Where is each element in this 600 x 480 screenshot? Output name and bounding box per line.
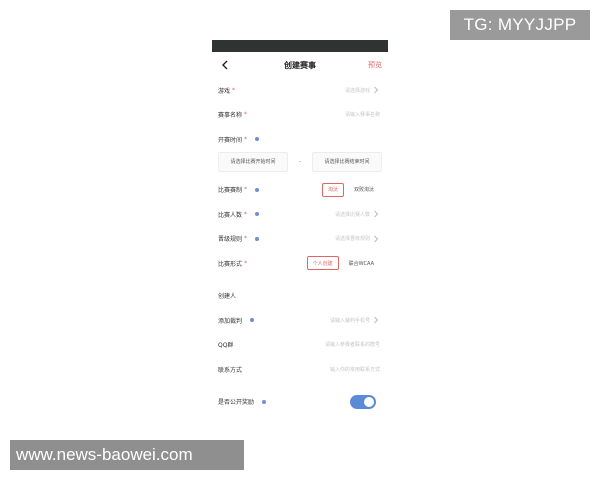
status-bar	[212, 40, 388, 52]
phone-screen: 创建赛事 预览 游戏 * 请选择游戏 赛事名称 * 请输入赛事名称 开赛时间 *…	[212, 40, 388, 440]
page-title: 创建赛事	[284, 60, 316, 70]
preview-button[interactable]: 预览	[368, 60, 382, 70]
info-icon[interactable]	[255, 236, 260, 241]
time-range: 请选择比赛开始时间 - 请选择比赛结束时间	[218, 150, 382, 174]
advance-rule-row[interactable]: 晋级规则 * 请选择晋级规则	[218, 227, 382, 252]
required-mark: *	[244, 186, 248, 194]
match-type-row: 比赛形式 * 个人创建 联合WCAA	[218, 251, 382, 276]
start-time-label: 开赛时间	[218, 136, 243, 144]
referee-input[interactable]: 请输入裁判手机号	[330, 317, 370, 324]
contact-input[interactable]: 输入你的常用联系方式	[330, 366, 380, 373]
referee-row[interactable]: 添加裁判 请输入裁判手机号	[218, 308, 382, 333]
public-reward-toggle[interactable]	[350, 394, 376, 409]
referee-label: 添加裁判	[218, 317, 243, 325]
player-count-label: 比赛人数	[218, 211, 243, 219]
end-time-picker[interactable]: 请选择比赛结束时间	[311, 151, 382, 172]
player-count-row[interactable]: 比赛人数 * 请选择比赛人数	[218, 202, 382, 227]
required-mark: *	[232, 86, 236, 94]
creator-label: 创建人	[218, 293, 237, 301]
contact-label: 联系方式	[218, 366, 243, 374]
match-type-label: 比赛形式	[218, 260, 243, 268]
match-name-label: 赛事名称	[218, 112, 243, 120]
game-select[interactable]: 请选择游戏	[345, 87, 370, 94]
qq-group-label: QQ群	[218, 342, 234, 350]
chevron-right-icon	[374, 86, 379, 94]
game-label: 游戏	[218, 87, 231, 95]
advance-rule-label: 晋级规则	[218, 236, 243, 244]
start-time-picker[interactable]: 请选择比赛开始时间	[218, 151, 288, 172]
advance-rule-select[interactable]: 请选择晋级规则	[335, 235, 370, 242]
create-match-form: 游戏 * 请选择游戏 赛事名称 * 请输入赛事名称 开赛时间 * 请选择比赛开始…	[212, 78, 388, 414]
qq-group-input[interactable]: 请输入参赛者联系的群号	[325, 341, 380, 348]
match-format-row: 比赛赛制 * 淘汰 双败淘汰	[218, 178, 382, 203]
info-icon[interactable]	[255, 212, 260, 217]
match-name-row: 赛事名称 * 请输入赛事名称	[218, 103, 382, 128]
start-time-row: 开赛时间 *	[218, 127, 382, 152]
watermark-bottom: www.news-baowei.com	[10, 440, 244, 470]
public-reward-row: 是否公开奖励	[218, 390, 382, 415]
required-mark: *	[244, 235, 248, 243]
qq-group-row: QQ群 请输入参赛者联系的群号	[218, 333, 382, 358]
player-count-select[interactable]: 请选择比赛人数	[335, 211, 370, 218]
info-icon[interactable]	[255, 137, 260, 142]
required-mark: *	[244, 111, 248, 119]
game-row[interactable]: 游戏 * 请选择游戏	[218, 78, 382, 103]
info-icon[interactable]	[262, 399, 267, 404]
required-mark: *	[244, 259, 248, 267]
info-icon[interactable]	[250, 318, 255, 323]
chevron-right-icon	[374, 235, 379, 243]
chevron-right-icon	[374, 210, 379, 218]
type-option-personal[interactable]: 个人创建	[306, 256, 339, 271]
required-mark: *	[244, 210, 248, 218]
format-option-elimination[interactable]: 淘汰	[321, 182, 344, 197]
creator-row: 创建人	[218, 284, 382, 309]
toggle-knob	[364, 396, 374, 407]
time-separator: -	[298, 158, 302, 165]
required-mark: *	[244, 135, 248, 143]
match-format-label: 比赛赛制	[218, 187, 243, 195]
info-icon[interactable]	[255, 187, 260, 192]
chevron-right-icon	[374, 316, 379, 324]
back-arrow-icon[interactable]	[218, 58, 232, 72]
format-option-double-elimination[interactable]: 双败淘汰	[348, 183, 380, 197]
match-name-input[interactable]: 请输入赛事名称	[345, 111, 380, 118]
contact-row: 联系方式 输入你的常用联系方式	[218, 357, 382, 382]
public-reward-label: 是否公开奖励	[218, 399, 255, 407]
type-option-wcaa[interactable]: 联合WCAA	[343, 256, 380, 270]
nav-bar: 创建赛事 预览	[212, 52, 388, 78]
watermark-top: TG: MYYJJPP	[450, 10, 590, 40]
